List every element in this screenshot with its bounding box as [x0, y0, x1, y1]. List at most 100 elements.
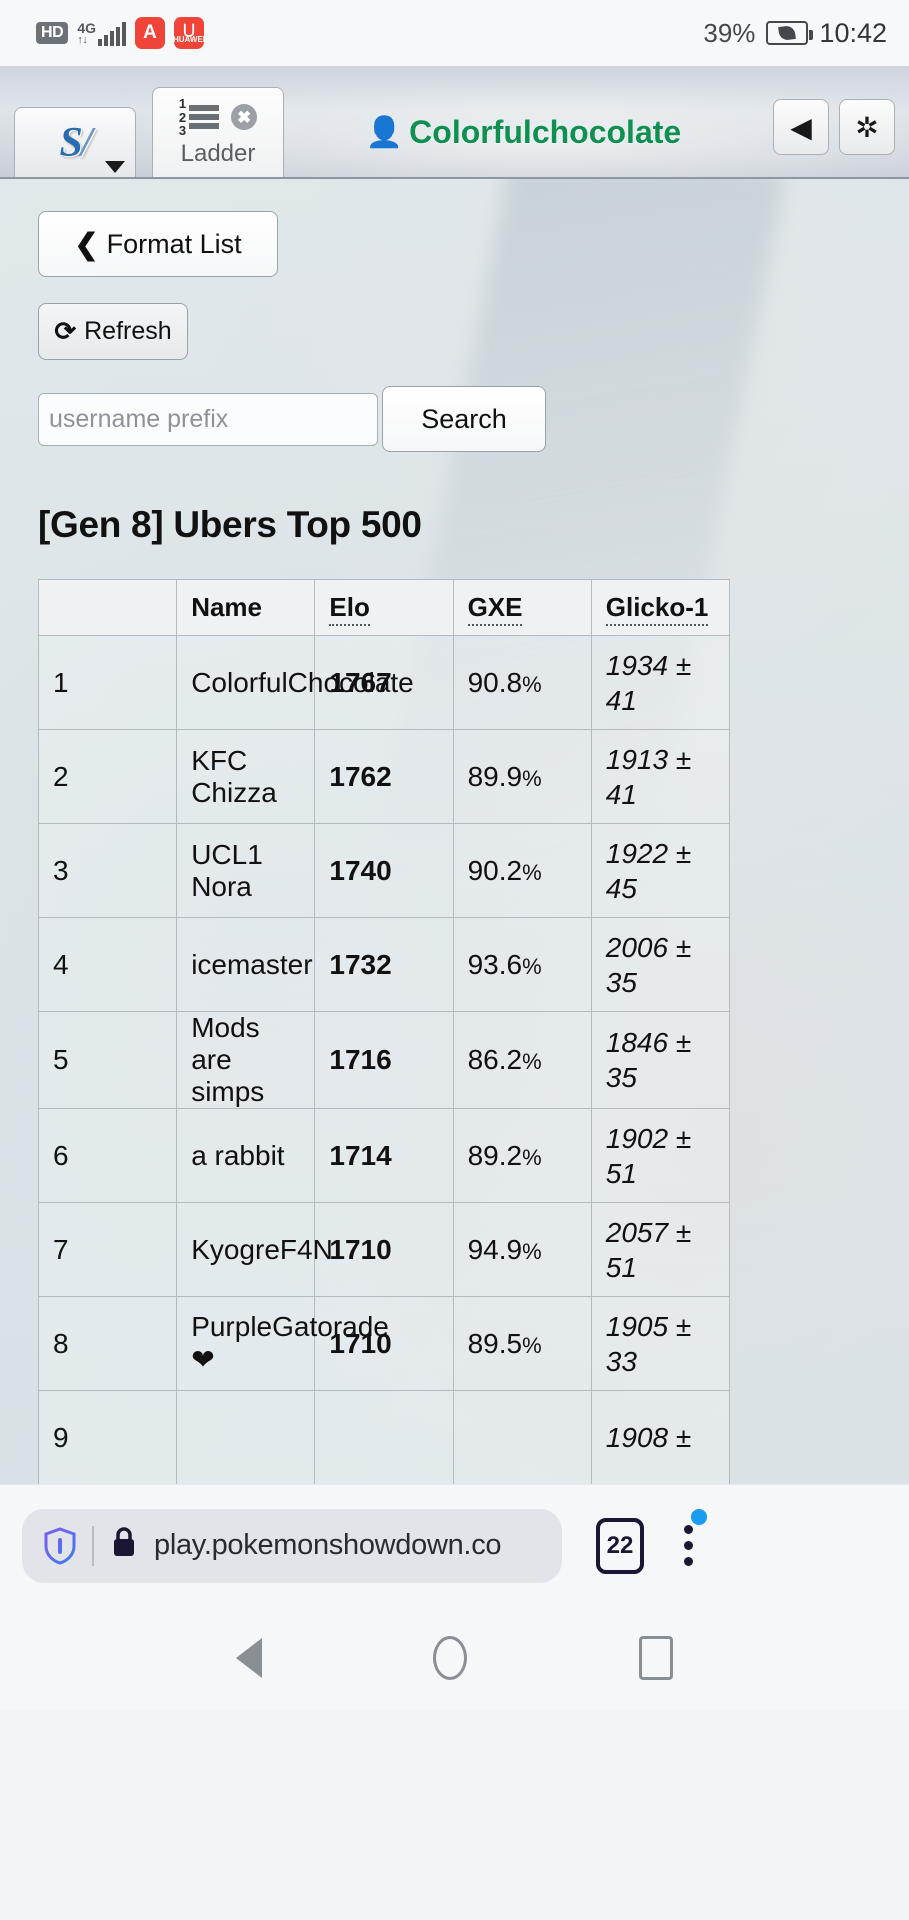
ladder-table: Name Elo GXE Glicko-1 1 ColorfulChocolat…	[37, 579, 731, 1484]
ladder-table-head: Name Elo GXE Glicko-1	[37, 579, 731, 636]
status-bar-left: HD 4G ↑↓ A ⋃ HUAWEI	[36, 17, 205, 49]
signal-bars-icon	[98, 21, 126, 46]
cell-elo: 1762	[314, 729, 454, 824]
cell-glicko: 1908 ±	[590, 1390, 731, 1484]
cell-elo	[314, 1390, 454, 1484]
cell-elo: 1710	[314, 1202, 454, 1297]
cell-gxe: 93.6%	[452, 917, 592, 1012]
cell-elo: 1716	[314, 1011, 454, 1109]
cell-name[interactable]: PurpleGatorade ❤	[176, 1296, 389, 1391]
settings-button[interactable]: ✲	[839, 99, 895, 155]
cell-gxe: 94.9%	[452, 1202, 592, 1297]
status-bar-clock: 10:42	[819, 17, 887, 48]
home-icon[interactable]	[433, 1636, 468, 1680]
cell-gxe: 86.2%	[452, 1011, 592, 1109]
signal-indicator: 4G ↑↓	[77, 21, 126, 46]
cell-rank: 7	[37, 1202, 178, 1297]
col-name: Name	[176, 579, 316, 636]
table-header-row: Name Elo GXE Glicko-1	[37, 579, 731, 636]
android-status-bar: HD 4G ↑↓ A ⋃ HUAWEI 39% 10:42	[0, 0, 909, 66]
refresh-button[interactable]: ⟳ Refresh	[38, 303, 188, 360]
shield-icon[interactable]	[44, 1526, 76, 1565]
cell-elo: 1714	[314, 1108, 454, 1203]
cell-elo: 1732	[314, 917, 454, 1012]
col-elo[interactable]: Elo	[314, 579, 454, 636]
url-bar[interactable]: play.pokemonshowdown.co	[22, 1508, 562, 1583]
url-text[interactable]: play.pokemonshowdown.co	[154, 1529, 501, 1562]
cell-glicko: 1846 ± 35	[590, 1011, 731, 1109]
cell-glicko: 1913 ± 41	[590, 729, 731, 824]
cell-name[interactable]: KyogreF4N	[176, 1202, 333, 1297]
tab-count-button[interactable]: 22	[596, 1517, 644, 1574]
format-list-label: Format List	[106, 228, 242, 259]
pokemon-showdown-logo-icon: S/	[59, 119, 92, 166]
table-row[interactable]: 5 Mods are simps 1716 86.2% 1846 ± 35	[37, 1011, 731, 1109]
col-glicko[interactable]: Glicko-1	[590, 579, 731, 636]
table-row[interactable]: 1 ColorfulChocolate 1767 90.8% 1934 ± 41	[37, 635, 731, 730]
format-list-button[interactable]: ❮ Format List	[38, 211, 278, 277]
table-row[interactable]: 2 KFC Chizza 1762 89.9% 1913 ± 41	[37, 729, 731, 824]
username-display[interactable]: 👤 Colorfulchocolate	[284, 114, 763, 177]
cell-glicko: 1934 ± 41	[590, 635, 731, 730]
cell-glicko: 2006 ± 35	[590, 917, 731, 1012]
table-row[interactable]: 7 KyogreF4N 1710 94.9% 2057 ± 51	[37, 1202, 731, 1297]
android-nav-bar	[0, 1606, 909, 1710]
app-icon-red-a: A	[135, 17, 165, 49]
cell-name[interactable]: Mods are simps	[176, 1011, 316, 1109]
table-row[interactable]: 6 a rabbit 1714 89.2% 1902 ± 51	[37, 1108, 731, 1203]
close-icon[interactable]: ✖	[231, 104, 258, 131]
col-gxe[interactable]: GXE	[452, 579, 592, 636]
cell-rank: 4	[37, 917, 178, 1012]
cell-name[interactable]: ColorfulChocolate	[176, 635, 414, 730]
huawei-arc-icon: ⋃	[183, 21, 195, 37]
cell-name[interactable]: UCL1 Nora	[176, 823, 316, 918]
ladder-table-body: 1 ColorfulChocolate 1767 90.8% 1934 ± 41…	[37, 635, 731, 1484]
ladder-page: ❮ Format List ⟳ Refresh Search [Gen 8] U…	[0, 179, 909, 1484]
cell-name[interactable]: KFC Chizza	[176, 729, 316, 824]
table-row[interactable]: 9 1908 ±	[37, 1390, 731, 1484]
cell-gxe	[452, 1390, 592, 1484]
cell-glicko: 1905 ± 33	[590, 1296, 731, 1391]
cell-name[interactable]: a rabbit	[176, 1108, 316, 1203]
search-input[interactable]	[38, 392, 378, 446]
sound-button[interactable]: ◀	[773, 99, 829, 155]
cell-rank: 3	[37, 823, 178, 918]
cell-name[interactable]	[176, 1390, 316, 1484]
lock-icon[interactable]	[110, 1525, 138, 1567]
search-button[interactable]: Search	[382, 386, 546, 452]
divider	[92, 1525, 94, 1566]
browser-bottom-bar: play.pokemonshowdown.co 22	[0, 1484, 909, 1606]
tab-ladder-label: Ladder	[180, 139, 256, 167]
cell-glicko: 1902 ± 51	[590, 1108, 731, 1203]
table-row[interactable]: 4 icemaster 1732 93.6% 2006 ± 35	[37, 917, 731, 1012]
battery-icon	[766, 21, 814, 45]
status-bar-right: 39% 10:42	[703, 18, 887, 49]
refresh-icon: ⟳	[54, 316, 77, 346]
cell-rank: 9	[37, 1390, 178, 1484]
back-icon[interactable]	[235, 1638, 262, 1678]
cell-glicko: 2057 ± 51	[590, 1202, 731, 1297]
browser-menu-button[interactable]	[680, 1509, 707, 1570]
cell-gxe: 89.5%	[452, 1296, 592, 1391]
cell-rank: 8	[37, 1296, 178, 1391]
cell-name[interactable]: icemaster	[176, 917, 316, 1012]
cell-elo: 1740	[314, 823, 454, 918]
username-label: Colorfulchocolate	[409, 114, 682, 150]
user-avatar-icon: 👤	[365, 116, 404, 149]
chevron-down-icon[interactable]	[105, 161, 125, 173]
cell-glicko: 1922 ± 45	[590, 823, 731, 918]
cell-gxe: 90.2%	[452, 823, 592, 918]
table-row[interactable]: 8 PurpleGatorade ❤ 1710 89.5% 1905 ± 33	[37, 1296, 731, 1391]
network-type-label: 4G ↑↓	[77, 19, 96, 46]
home-tab-button[interactable]: S/	[14, 107, 136, 177]
tab-ladder[interactable]: 1 2 3 ✖ Ladder	[152, 87, 284, 177]
table-row[interactable]: 3 UCL1 Nora 1740 90.2% 1922 ± 45	[37, 823, 731, 918]
cell-elo: 1767	[314, 635, 454, 730]
cell-rank: 6	[37, 1108, 178, 1203]
showdown-header: S/ 1 2 3 ✖ Ladder 👤 Colorfulchocolate ◀ …	[0, 66, 909, 179]
notification-dot-icon	[691, 1509, 707, 1525]
battery-percent: 39%	[703, 17, 756, 48]
hd-badge: HD	[36, 22, 69, 44]
recent-apps-icon[interactable]	[639, 1636, 674, 1680]
cell-gxe: 89.9%	[452, 729, 592, 824]
